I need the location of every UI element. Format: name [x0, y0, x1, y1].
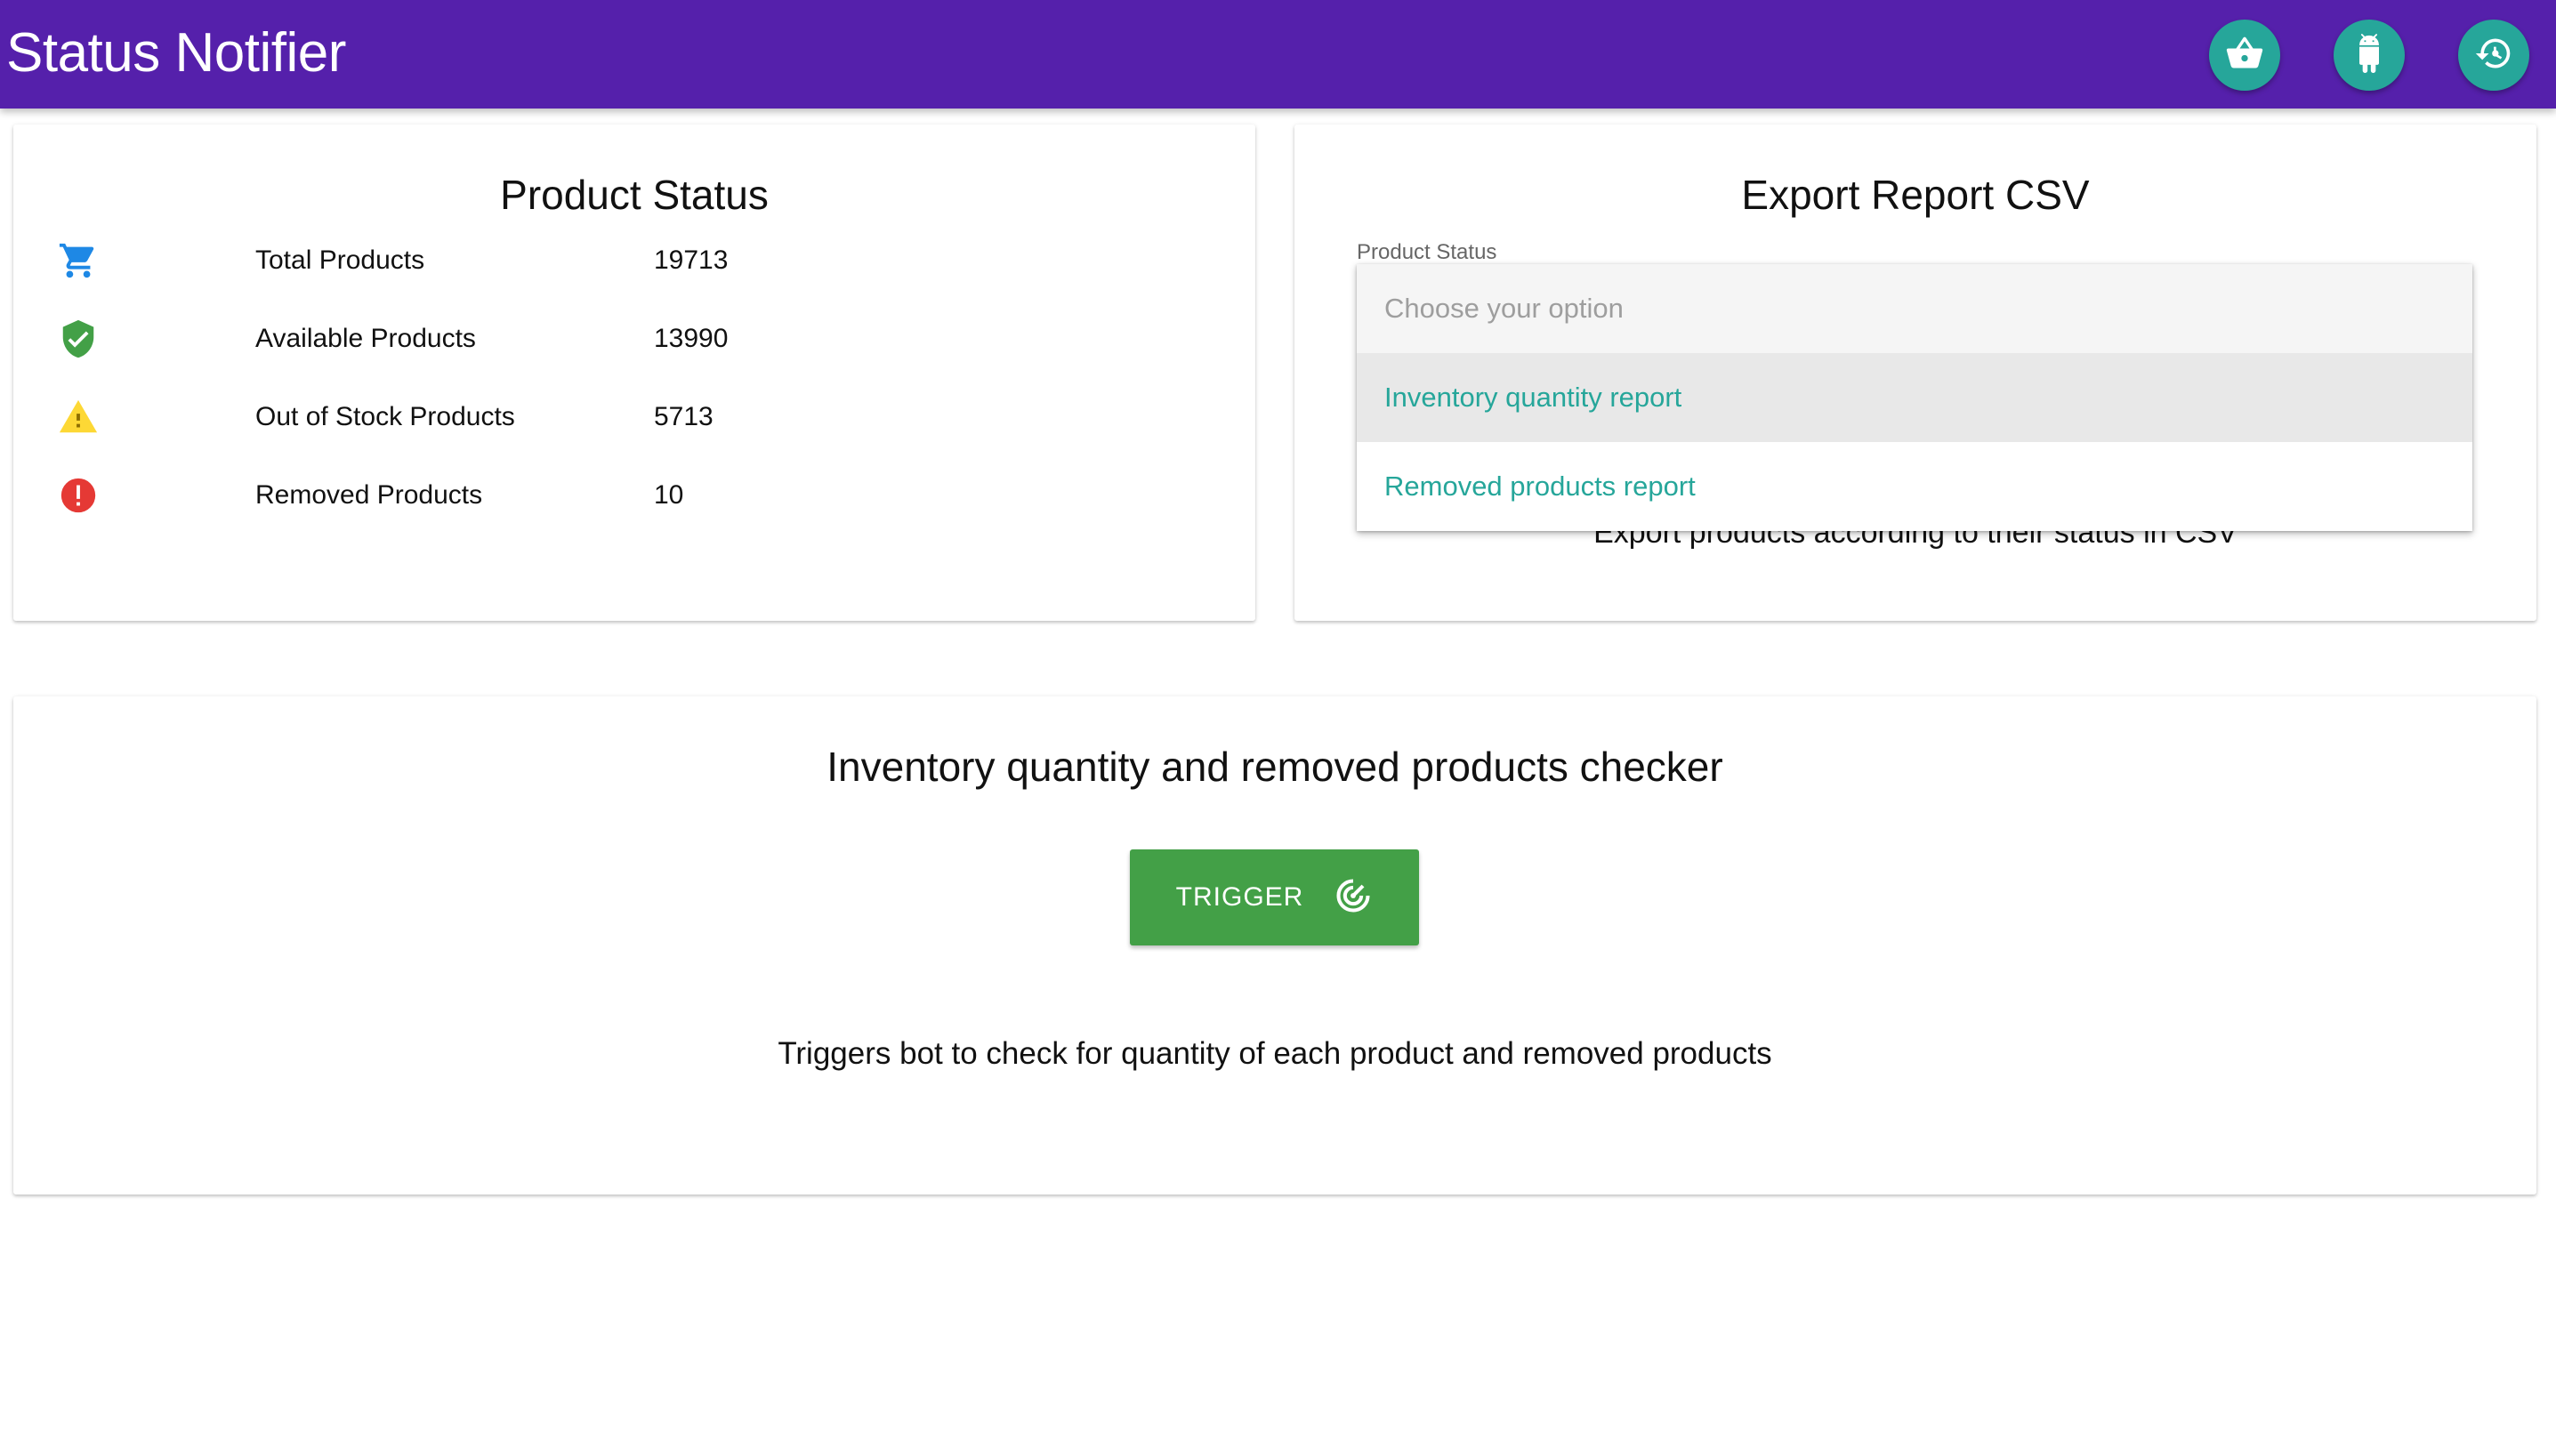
- product-status-card: Product Status Total Products 19713 Avai…: [13, 125, 1255, 621]
- history-button[interactable]: [2458, 20, 2529, 91]
- product-status-title: Product Status: [500, 172, 769, 218]
- trigger-button[interactable]: TRIGGER: [1130, 849, 1419, 945]
- stat-value: 13990: [654, 324, 729, 353]
- stat-value: 19713: [654, 245, 729, 275]
- stat-value: 5713: [654, 402, 714, 431]
- export-report-card: Export Report CSV Product Status Export …: [1294, 125, 2536, 621]
- product-status-dropdown[interactable]: Choose your option Inventory quantity re…: [1357, 264, 2472, 531]
- basket-icon: [2225, 34, 2264, 77]
- checker-description: Triggers bot to check for quantity of ea…: [778, 1036, 1772, 1071]
- stat-row-available: Available Products 13990: [13, 313, 1255, 366]
- stat-label: Available Products: [255, 324, 476, 353]
- warning-icon: [58, 397, 99, 438]
- radar-icon: [1334, 876, 1373, 920]
- checker-title: Inventory quantity and removed products …: [826, 744, 1723, 790]
- shield-check-icon: [58, 318, 99, 359]
- history-icon: [2474, 34, 2513, 77]
- export-report-title: Export Report CSV: [1741, 172, 2090, 218]
- android-button[interactable]: [2334, 20, 2405, 91]
- dropdown-placeholder[interactable]: Choose your option: [1357, 264, 2472, 353]
- stat-value: 10: [654, 480, 684, 510]
- stat-label: Out of Stock Products: [255, 402, 515, 431]
- error-icon: [58, 475, 99, 516]
- app-title: Status Notifier: [6, 22, 346, 84]
- stat-label: Removed Products: [255, 480, 483, 510]
- cart-icon: [58, 240, 99, 281]
- stat-row-out-of-stock: Out of Stock Products 5713: [13, 391, 1255, 445]
- dropdown-option-removed[interactable]: Removed products report: [1357, 442, 2472, 531]
- checker-card: Inventory quantity and removed products …: [13, 696, 2536, 1195]
- basket-button[interactable]: [2209, 20, 2280, 91]
- stat-row-total: Total Products 19713: [13, 235, 1255, 288]
- dropdown-option-inventory[interactable]: Inventory quantity report: [1357, 353, 2472, 442]
- app-bar: Status Notifier: [0, 0, 2556, 109]
- stat-row-removed: Removed Products 10: [13, 470, 1255, 523]
- android-icon: [2350, 33, 2389, 77]
- stat-label: Total Products: [255, 245, 425, 275]
- product-status-field-label: Product Status: [1357, 240, 1497, 264]
- trigger-label: TRIGGER: [1175, 882, 1304, 912]
